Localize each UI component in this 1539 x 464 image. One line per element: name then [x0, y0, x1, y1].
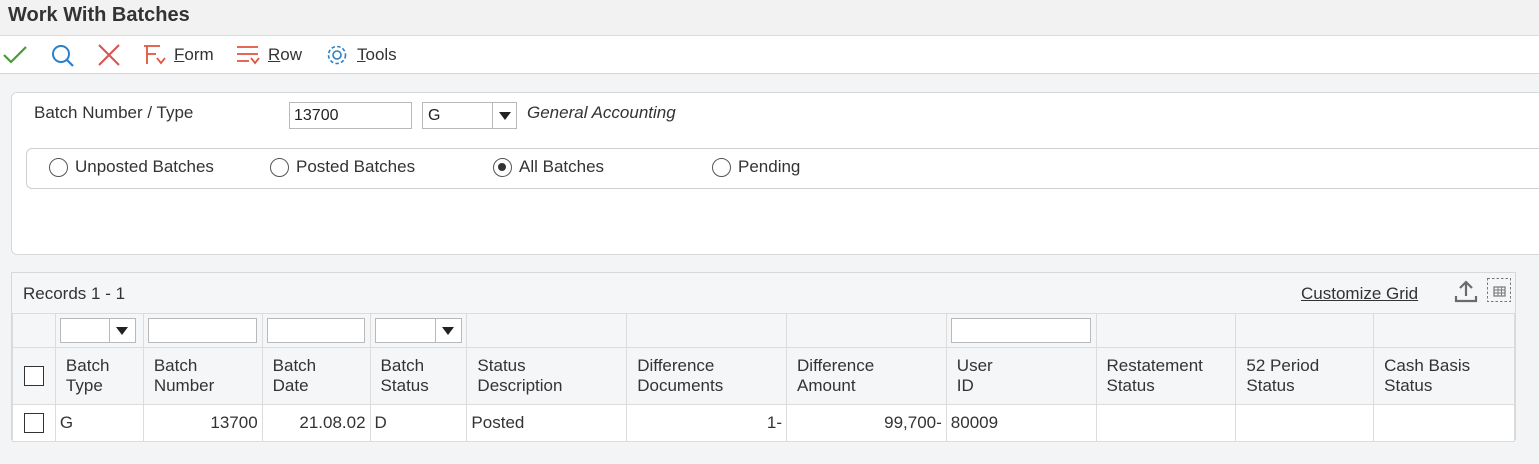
row-menu-label: Row	[268, 45, 303, 64]
query-filter-row	[12, 313, 1515, 348]
batches-grid-panel: Records 1 - 1 Customize Grid Batch Type …	[11, 272, 1516, 442]
records-count: Records 1 - 1	[23, 284, 126, 303]
radio-all-batches[interactable]: All Batches	[493, 157, 604, 177]
batch-number-type-label: Batch Number / Type	[34, 103, 194, 122]
tools-menu[interactable]: Tools	[323, 41, 397, 69]
radio-label: Pending	[738, 157, 801, 176]
batch-type-description: General Accounting	[527, 103, 676, 122]
column-header[interactable]: 52 Period Status	[1235, 347, 1375, 405]
batch-status-radio-group: Unposted Batches Posted Batches All Batc…	[26, 148, 1539, 189]
chevron-down-icon[interactable]	[108, 319, 135, 342]
form-menu-label: Form	[174, 45, 214, 64]
radio-label: Posted Batches	[296, 157, 416, 176]
radio-circle-selected	[493, 157, 512, 177]
cell-batch-status: D	[369, 404, 468, 442]
row-select-checkbox[interactable]	[23, 413, 44, 434]
radio-label: Unposted Batches	[75, 157, 214, 176]
batches-grid: Batch Type Batch Number Batch Date Batch Sta…	[12, 313, 1515, 442]
column-header[interactable]: Batch Number	[142, 347, 263, 405]
cell-status-description: Posted	[466, 404, 628, 442]
cell-restatement-status	[1095, 404, 1237, 442]
header-select-all	[12, 347, 56, 405]
column-header[interactable]: Status Description	[466, 347, 628, 405]
column-header[interactable]: Batch Status	[369, 347, 468, 405]
column-header[interactable]: Restatement Status	[1095, 347, 1237, 405]
radio-pending[interactable]: Pending	[712, 157, 800, 177]
row-menu-icon	[237, 46, 260, 65]
cell-cash-basis-status	[1373, 404, 1515, 442]
row-menu[interactable]: Row	[234, 41, 302, 69]
ok-checkmark-icon[interactable]	[1, 42, 29, 68]
tools-menu-label: Tools	[357, 45, 397, 64]
cell-52-period-status	[1235, 404, 1375, 442]
cell-user-id: 80009	[945, 404, 1097, 442]
find-search-icon[interactable]	[48, 42, 76, 68]
radio-posted-batches[interactable]: Posted Batches	[270, 157, 415, 177]
filter-batch-date-input[interactable]	[266, 318, 365, 343]
export-upload-icon[interactable]	[1453, 279, 1479, 305]
batch-number-input[interactable]	[289, 102, 412, 129]
form-menu[interactable]: Form	[140, 41, 214, 69]
maximize-grid-icon[interactable]	[1486, 277, 1512, 303]
column-header[interactable]: Batch Type	[54, 347, 144, 405]
customize-grid-link[interactable]: Customize Grid	[1301, 284, 1418, 304]
page-title: Work With Batches	[8, 4, 190, 26]
radio-unposted-batches[interactable]: Unposted Batches	[49, 157, 214, 177]
radio-circle	[712, 157, 731, 177]
form-menu-icon	[144, 45, 166, 65]
chevron-down-icon[interactable]	[492, 103, 516, 128]
title-bar: Work With Batches	[0, 0, 1539, 36]
cell-difference-documents: 1-	[626, 404, 788, 442]
close-x-icon[interactable]	[95, 42, 123, 68]
cell-batch-type: G	[54, 404, 144, 442]
filter-batch-type-select[interactable]	[59, 318, 136, 343]
cell-difference-amount: 99,700-	[786, 404, 947, 442]
table-row[interactable]: G 13700 21.08.02 D Posted 1- 99,700- 800…	[12, 404, 1515, 442]
filter-batch-number-input[interactable]	[147, 318, 257, 343]
column-header[interactable]: User ID	[945, 347, 1097, 405]
batch-type-select[interactable]: G	[422, 102, 517, 129]
grid-header-row: Batch Type Batch Number Batch Date Batch Sta…	[12, 347, 1515, 405]
query-form-panel: Batch Number / Type G General Accounting…	[11, 92, 1539, 255]
batch-type-value: G	[428, 107, 441, 124]
toolbar: Form Row Tools	[0, 36, 1539, 74]
radio-label: All Batches	[519, 157, 605, 176]
column-header[interactable]: Batch Date	[261, 347, 371, 405]
radio-circle	[270, 157, 289, 177]
filter-batch-status-select[interactable]	[374, 318, 462, 343]
filter-user-id-input[interactable]	[950, 318, 1091, 343]
radio-circle	[49, 157, 68, 177]
gear-icon	[327, 45, 347, 65]
cell-batch-date: 21.08.02	[261, 404, 371, 442]
chevron-down-icon[interactable]	[434, 319, 461, 342]
column-header[interactable]: Difference Amount	[786, 347, 947, 405]
cell-batch-number: 13700	[142, 404, 263, 442]
column-header[interactable]: Cash Basis Status	[1373, 347, 1515, 405]
select-all-checkbox[interactable]	[23, 366, 44, 387]
column-header[interactable]: Difference Documents	[626, 347, 788, 405]
